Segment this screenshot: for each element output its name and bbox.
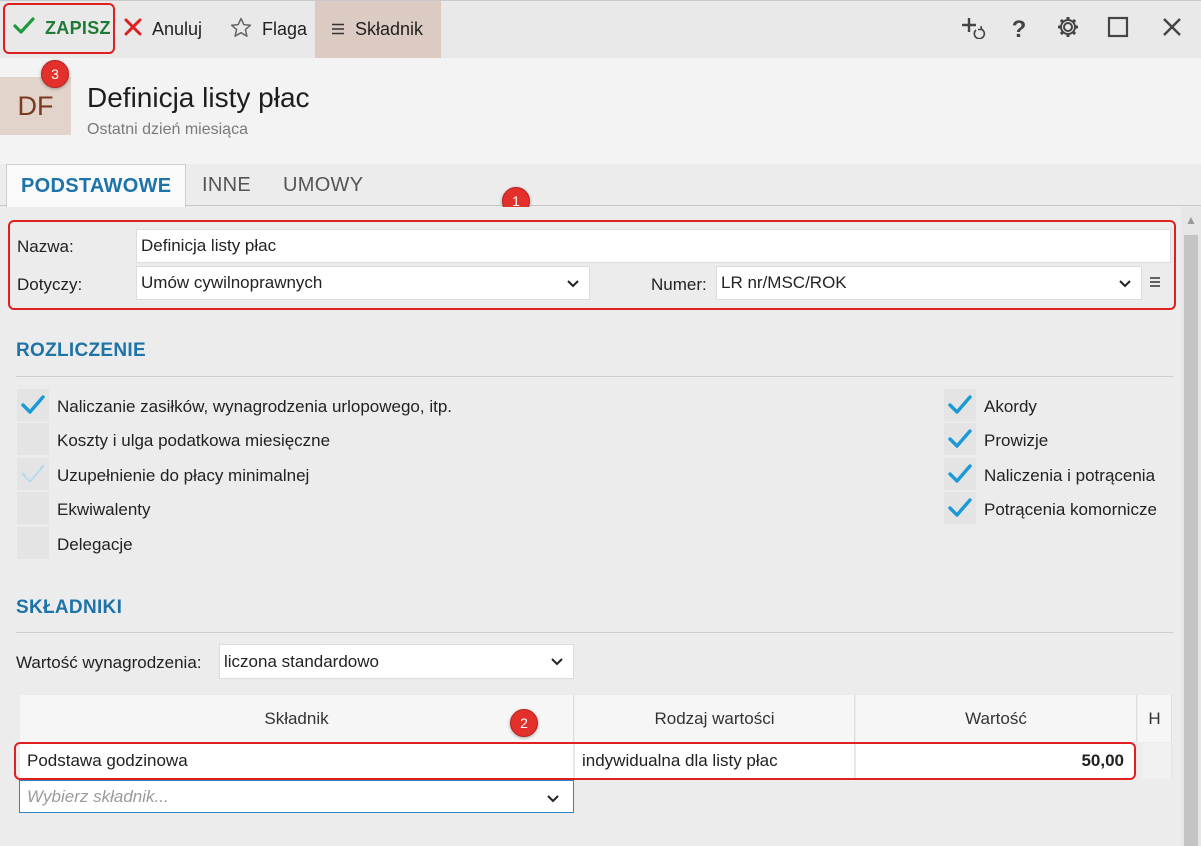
check-icon — [948, 464, 972, 483]
record-header: DF Definicja listy płac Ostatni dzień mi… — [0, 58, 1201, 164]
save-button[interactable]: ZAPISZ — [3, 3, 115, 54]
highlight-component-row — [14, 742, 1136, 780]
component-picker[interactable]: Wybierz składnik... — [19, 780, 574, 813]
checkbox-allowances[interactable] — [17, 389, 49, 421]
checkbox-label: Delegacje — [57, 535, 133, 554]
flag-label: Flaga — [262, 19, 308, 39]
chevron-down-icon — [1119, 276, 1131, 291]
tab-inne[interactable]: INNE — [202, 164, 251, 206]
tab-bar: PODSTAWOWE INNE UMOWY — [0, 164, 1201, 207]
checkbox-label: Koszty i ulga podatkowa miesięczne — [57, 431, 331, 450]
checkbox-commissions[interactable] — [944, 423, 976, 455]
check-icon — [21, 464, 45, 483]
number-select[interactable]: LR nr/MSC/ROK — [716, 266, 1142, 300]
maximize-button[interactable] — [1098, 1, 1138, 58]
star-icon — [230, 17, 252, 43]
column-header-value[interactable]: Wartość — [856, 695, 1137, 742]
column-header-component[interactable]: Składnik — [20, 695, 574, 742]
scrollbar-thumb[interactable] — [1184, 235, 1198, 846]
add-refresh-button[interactable] — [953, 1, 993, 58]
checkbox-minimum-wage[interactable] — [17, 458, 49, 490]
concerns-select[interactable]: Umów cywilnoprawnych — [136, 266, 590, 300]
table-cell-h[interactable] — [1142, 743, 1172, 779]
tab-podstawowe[interactable]: PODSTAWOWE — [6, 164, 187, 207]
column-header-h[interactable]: H — [1138, 695, 1172, 742]
close-x-icon — [124, 18, 142, 41]
number-value: LR nr/MSC/ROK — [721, 273, 847, 292]
help-button[interactable]: ? — [999, 1, 1039, 58]
checkbox-costs-tax-relief[interactable] — [17, 423, 49, 455]
checkbox-label: Ekwiwalenty — [57, 500, 151, 519]
component-label: Składnik — [355, 19, 424, 39]
checkbox-label: Uzupełnienie do płacy minimalnej — [57, 466, 310, 485]
chevron-down-icon — [551, 654, 563, 669]
checkbox-label: Prowizje — [984, 431, 1049, 450]
checkmark-icon — [13, 17, 35, 40]
salary-value-label: Wartość wynagrodzenia: — [16, 653, 202, 672]
check-icon — [21, 395, 45, 414]
callout-badge-3: 3 — [41, 60, 69, 88]
page-title: Definicja listy płac — [87, 82, 310, 113]
check-icon — [948, 429, 972, 448]
checkbox-equivalents[interactable] — [17, 492, 49, 524]
checkbox-charges-deductions[interactable] — [944, 458, 976, 490]
checkbox-bailiff-deductions[interactable] — [944, 492, 976, 524]
checkbox-label: Naliczanie zasiłków, wynagrodzenia urlop… — [57, 397, 452, 416]
section-title-components: SKŁADNIKI — [16, 597, 123, 618]
component-menu-button[interactable]: Składnik — [315, 1, 441, 58]
add-refresh-icon — [960, 15, 986, 44]
name-field[interactable]: Definicja listy płac — [136, 229, 1171, 263]
check-icon — [948, 498, 972, 517]
toolbar: ZAPISZ Anuluj Flaga Składnik ? — [0, 0, 1201, 58]
close-icon — [1162, 17, 1182, 42]
tab-umowy[interactable]: UMOWY — [283, 164, 363, 206]
hamburger-icon — [331, 19, 345, 40]
column-header-value-type[interactable]: Rodzaj wartości — [575, 695, 855, 742]
name-label: Nazwa: — [17, 237, 74, 256]
maximize-icon — [1107, 16, 1129, 43]
component-picker-placeholder: Wybierz składnik... — [27, 786, 169, 806]
close-window-button[interactable] — [1152, 1, 1192, 58]
salary-value: liczona standardowo — [224, 651, 379, 671]
checkbox-label: Potrącenia komornicze — [984, 500, 1157, 519]
save-label: ZAPISZ — [45, 18, 111, 38]
chevron-up-icon[interactable]: ▲ — [1185, 213, 1197, 227]
concerns-label: Dotyczy: — [17, 275, 83, 294]
checkbox-label: Naliczenia i potrącenia — [984, 466, 1156, 485]
flag-button[interactable]: Flaga — [230, 1, 307, 58]
gear-icon — [1056, 15, 1080, 44]
page-subtitle: Ostatni dzień miesiąca — [87, 121, 248, 138]
callout-badge-2: 2 — [510, 709, 538, 737]
chevron-down-icon — [567, 276, 579, 291]
section-divider — [16, 632, 1173, 633]
checkbox-delegations[interactable] — [17, 527, 49, 559]
cancel-button[interactable]: Anuluj — [124, 1, 202, 58]
section-title-settlement: ROZLICZENIE — [16, 340, 146, 361]
section-divider — [16, 376, 1173, 377]
chevron-down-icon — [547, 791, 559, 806]
checkbox-piecework[interactable] — [944, 389, 976, 421]
checkbox-label: Akordy — [984, 397, 1037, 416]
hamburger-icon — [1149, 275, 1161, 292]
vertical-scrollbar[interactable]: ▲ — [1181, 207, 1201, 846]
number-label: Numer: — [651, 275, 707, 294]
number-options-button[interactable] — [1149, 275, 1161, 293]
cancel-label: Anuluj — [152, 19, 203, 39]
check-icon — [948, 395, 972, 414]
concerns-value: Umów cywilnoprawnych — [141, 273, 323, 292]
salary-value-select[interactable]: liczona standardowo — [219, 644, 574, 679]
settings-button[interactable] — [1048, 1, 1088, 58]
question-icon: ? — [1011, 15, 1027, 43]
